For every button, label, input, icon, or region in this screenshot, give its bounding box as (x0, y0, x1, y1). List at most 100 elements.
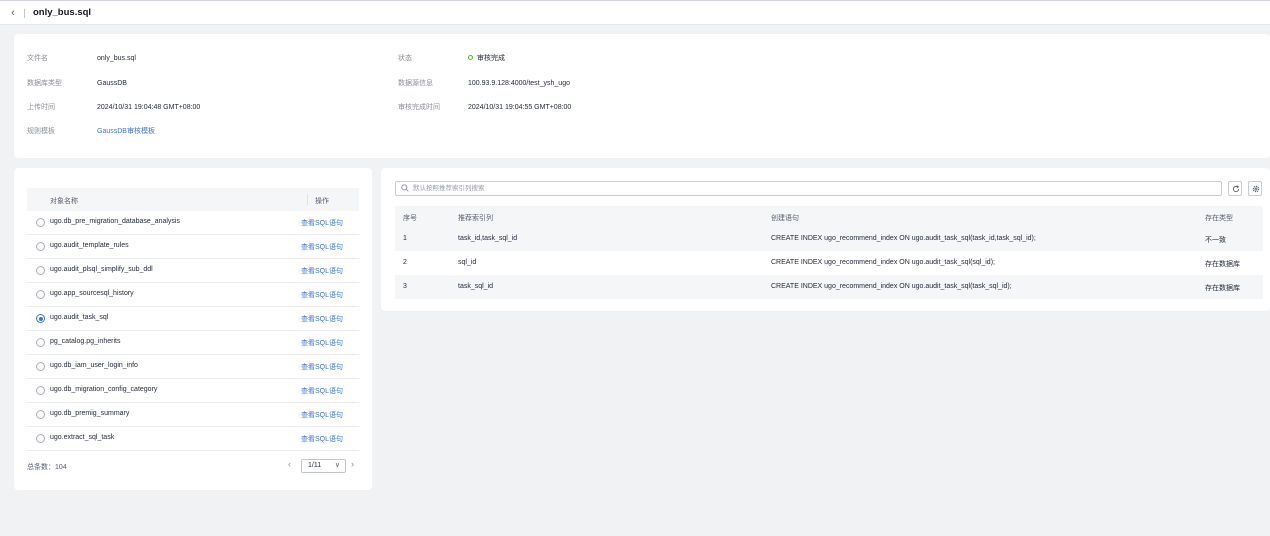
db-type-value: GaussDB (97, 80, 127, 87)
total-count: 总条数：104 (27, 464, 67, 471)
object-name: ugo.app_sourcesql_history (50, 290, 134, 297)
cell-index-columns: task_id,task_sql_id (458, 235, 518, 242)
list-item[interactable]: ugo.app_sourcesql_history 查看SQL语句 (27, 283, 359, 307)
list-item[interactable]: pg_catalog.pg_inherits 查看SQL语句 (27, 331, 359, 355)
radio-button[interactable] (36, 338, 45, 347)
list-item[interactable]: ugo.audit_template_rules 查看SQL语句 (27, 235, 359, 259)
page-title: only_bus.sql (33, 7, 92, 18)
top-bar: ‹ only_bus.sql (0, 0, 1270, 25)
list-item[interactable]: ugo.audit_task_sql 查看SQL语句 (27, 307, 359, 331)
radio-button[interactable] (36, 362, 45, 371)
list-item[interactable]: ugo.db_iam_user_login_info 查看SQL语句 (27, 355, 359, 379)
col-no: 序号 (403, 215, 417, 222)
object-name: ugo.audit_task_sql (50, 314, 109, 321)
complete-time-value: 2024/10/31 19:04:55 GMT+08:00 (468, 104, 572, 111)
page-select[interactable]: 1/11 ∨ (301, 459, 346, 473)
radio-button[interactable] (36, 218, 45, 227)
table-row: 1 task_id,task_sql_id CREATE INDEX ugo_rec… (395, 227, 1263, 251)
cell-index-columns: sql_id (458, 259, 477, 266)
list-item[interactable]: ugo.db_migration_config_category 查看SQL语句 (27, 379, 359, 403)
object-name: ugo.db_migration_config_category (50, 386, 158, 393)
view-sql-link[interactable]: 查看SQL语句 (301, 362, 343, 372)
object-table-header: 对象名称 操作 (27, 188, 359, 211)
cell-create-stmt: CREATE INDEX ugo_recommend_index ON ugo.… (771, 283, 1012, 290)
file-name-label: 文件名 (27, 55, 48, 62)
status-value: 审核完成 (468, 53, 505, 65)
object-name: ugo.db_pre_migration_database_analysis (50, 218, 180, 225)
datasource-value: 100.93.9.128:4000/test_ysh_ugo (468, 80, 570, 87)
chevron-down-icon: ∨ (334, 462, 340, 469)
object-list-panel: 对象名称 操作 ugo.db_pre_migration_database_an… (14, 168, 372, 490)
search-box[interactable] (395, 181, 1222, 196)
index-recommend-panel: 序号 推荐索引列 创建语句 存在类型 1 task_id,task_sql_id C… (381, 168, 1270, 311)
view-sql-link[interactable]: 查看SQL语句 (301, 386, 343, 396)
view-sql-link[interactable]: 查看SQL语句 (301, 290, 343, 300)
cell-exist-type: 存在数据库 (1205, 285, 1240, 292)
view-sql-link[interactable]: 查看SQL语句 (301, 218, 343, 228)
list-item[interactable]: ugo.db_premig_summary 查看SQL语句 (27, 403, 359, 427)
object-name: ugo.extract_sql_task (50, 434, 115, 441)
divider (24, 9, 25, 18)
back-arrow-icon[interactable]: ‹ (6, 6, 20, 20)
settings-button[interactable] (1248, 181, 1262, 196)
datasource-label: 数据源信息 (398, 80, 433, 87)
cell-exist-type: 不一致 (1205, 237, 1226, 244)
refresh-icon (1232, 185, 1239, 193)
search-icon (401, 184, 409, 192)
prev-page-icon[interactable]: ‹ (288, 459, 291, 469)
index-table-header: 序号 推荐索引列 创建语句 存在类型 (395, 206, 1263, 227)
cell-create-stmt: CREATE INDEX ugo_recommend_index ON ugo.… (771, 259, 995, 266)
object-name: pg_catalog.pg_inherits (50, 338, 121, 345)
upload-time-label: 上传时间 (27, 104, 55, 111)
radio-button[interactable] (36, 290, 45, 299)
radio-button[interactable] (36, 410, 45, 419)
view-sql-link[interactable]: 查看SQL语句 (301, 338, 343, 348)
search-input[interactable] (413, 183, 1213, 194)
refresh-button[interactable] (1228, 181, 1242, 196)
list-item[interactable]: ugo.db_pre_migration_database_analysis 查看… (27, 211, 359, 235)
list-item[interactable]: ugo.extract_sql_task 查看SQL语句 (27, 427, 359, 451)
template-link[interactable]: GaussDB审核模板 (97, 126, 155, 138)
gear-icon (1252, 185, 1259, 193)
list-item[interactable]: ugo.audit_plsql_simplify_sub_ddl 查看SQL语句 (27, 259, 359, 283)
col-create-stmt: 创建语句 (771, 215, 799, 222)
status-label: 状态 (398, 55, 412, 62)
view-sql-link[interactable]: 查看SQL语句 (301, 242, 343, 252)
col-exist-type: 存在类型 (1205, 215, 1233, 222)
radio-button[interactable] (36, 242, 45, 251)
radio-button[interactable] (36, 314, 45, 323)
view-sql-link[interactable]: 查看SQL语句 (301, 434, 343, 444)
col-object-name: 对象名称 (50, 198, 78, 205)
file-info-panel: 文件名 only_bus.sql 数据库类型 GaussDB 上传时间 2024… (14, 34, 1270, 158)
cell-no: 2 (403, 259, 407, 266)
radio-button[interactable] (36, 386, 45, 395)
object-name: ugo.audit_template_rules (50, 242, 129, 249)
table-row: 2 sql_id CREATE INDEX ugo_recommend_index … (395, 251, 1263, 275)
object-name: ugo.db_iam_user_login_info (50, 362, 138, 369)
col-action: 操作 (315, 198, 329, 205)
page-select-value: 1/11 (308, 462, 322, 469)
view-sql-link[interactable]: 查看SQL语句 (301, 266, 343, 276)
view-sql-link[interactable]: 查看SQL语句 (301, 314, 343, 324)
template-label: 规则模板 (27, 128, 55, 135)
col-index-columns: 推荐索引列 (458, 215, 493, 222)
cell-no: 3 (403, 283, 407, 290)
db-type-label: 数据库类型 (27, 80, 62, 87)
radio-button[interactable] (36, 434, 45, 443)
status-text: 审核完成 (477, 55, 505, 62)
cell-index-columns: task_sql_id (458, 283, 494, 290)
complete-time-label: 审核完成时间 (398, 104, 440, 111)
next-page-icon[interactable]: › (351, 459, 354, 469)
file-name-value: only_bus.sql (97, 55, 136, 62)
upload-time-value: 2024/10/31 19:04:48 GMT+08:00 (97, 104, 201, 111)
cell-no: 1 (403, 235, 407, 242)
radio-button[interactable] (36, 266, 45, 275)
object-name: ugo.db_premig_summary (50, 410, 130, 417)
table-row: 3 task_sql_id CREATE INDEX ugo_recommend_i… (395, 275, 1263, 299)
cell-exist-type: 存在数据库 (1205, 261, 1240, 268)
object-name: ugo.audit_plsql_simplify_sub_ddl (50, 266, 153, 273)
column-divider (307, 194, 308, 205)
status-dot-icon (468, 54, 473, 60)
cell-create-stmt: CREATE INDEX ugo_recommend_index ON ugo.… (771, 235, 1036, 242)
view-sql-link[interactable]: 查看SQL语句 (301, 410, 343, 420)
